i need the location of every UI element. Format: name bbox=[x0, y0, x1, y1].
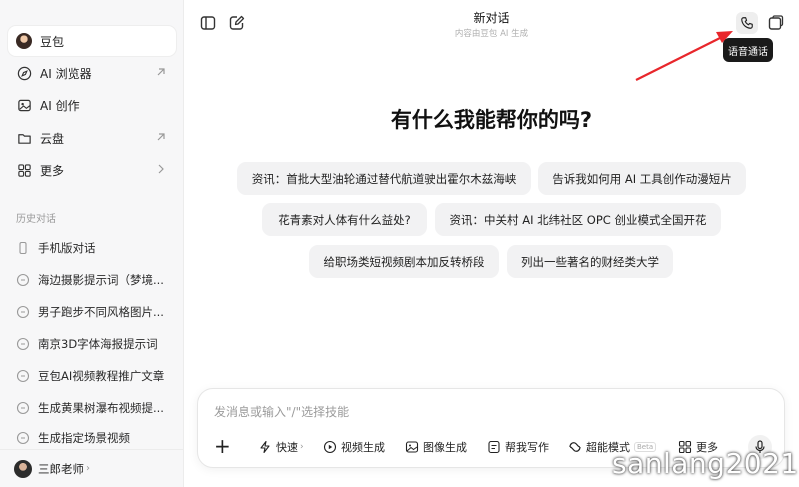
tool-label: 快速 bbox=[276, 441, 298, 454]
add-attachment-button[interactable]: + bbox=[214, 436, 231, 456]
history-item-label: 男子跑步不同风格图片... bbox=[38, 305, 164, 319]
history-item[interactable]: 海边摄影提示词（梦境... bbox=[8, 266, 176, 294]
history-item-label: 手机版对话 bbox=[38, 241, 96, 255]
sidebar: 豆包 AI 浏览器 AI 创作 云盘 更多 历史对话 手机版对话 海边摄影提示词… bbox=[0, 0, 184, 487]
video-generation-button[interactable]: 视频生成 bbox=[323, 438, 385, 456]
document-icon bbox=[488, 440, 500, 454]
image-icon bbox=[405, 441, 419, 453]
folder-icon bbox=[16, 130, 32, 146]
chevron-right-icon bbox=[158, 164, 164, 174]
history-item[interactable]: 生成指定场景视频 bbox=[8, 424, 176, 452]
history-item[interactable]: 豆包AI视频教程推广文章 bbox=[8, 362, 176, 390]
mobile-icon bbox=[19, 241, 27, 255]
history-item[interactable]: 男子跑步不同风格图片... bbox=[8, 298, 176, 326]
image-icon bbox=[16, 97, 32, 113]
history-item[interactable]: 南京3D字体海报提示词 bbox=[8, 330, 176, 358]
voice-call-tooltip: 语音通话 bbox=[723, 38, 773, 62]
sidebar-item-ai-browser[interactable]: AI 浏览器 bbox=[8, 58, 176, 88]
welcome-headline: 有什么我能帮你的吗? bbox=[390, 108, 593, 132]
history-item-label: 生成指定场景视频 bbox=[38, 431, 130, 445]
suggestion-chip[interactable]: 资讯：中关村 AI 北纬社区 OPC 创业模式全国开花 bbox=[435, 203, 721, 236]
user-profile[interactable]: 三郎老师 › bbox=[0, 449, 184, 487]
chat-bubble-icon bbox=[16, 273, 30, 287]
external-link-icon bbox=[157, 133, 165, 141]
chevron-right-icon: › bbox=[86, 463, 90, 474]
history-item-label: 生成黄果树瀑布视频提... bbox=[38, 401, 164, 415]
watermark: sanlang2021 bbox=[612, 447, 799, 480]
chat-bubble-icon bbox=[16, 431, 30, 445]
sidebar-item-label: AI 浏览器 bbox=[40, 66, 92, 81]
external-link-icon bbox=[157, 68, 165, 76]
chevron-right-icon: › bbox=[300, 442, 304, 452]
chat-bubble-icon bbox=[16, 305, 30, 319]
suggestion-chip[interactable]: 花青素对人体有什么益处? bbox=[262, 203, 427, 236]
suggestion-chip[interactable]: 列出一些著名的财经类大学 bbox=[507, 245, 673, 278]
sidebar-item-label: AI 创作 bbox=[40, 98, 80, 113]
suggestion-chip[interactable]: 给职场类短视频剧本加反转桥段 bbox=[309, 245, 499, 278]
suggestion-chip[interactable]: 告诉我如何用 AI 工具创作动漫短片 bbox=[538, 162, 746, 195]
user-avatar bbox=[14, 459, 32, 478]
message-input[interactable]: 发消息或输入"/"选择技能 bbox=[214, 403, 349, 420]
loop-icon bbox=[569, 442, 581, 452]
sidebar-item-more[interactable]: 更多 bbox=[8, 155, 176, 185]
page-title: 新对话 bbox=[473, 11, 510, 25]
fast-mode-button[interactable]: 快速 › bbox=[258, 438, 304, 456]
window-icon[interactable] bbox=[767, 14, 785, 32]
image-generation-button[interactable]: 图像生成 bbox=[405, 438, 467, 456]
sidebar-item-cloud[interactable]: 云盘 bbox=[8, 123, 176, 153]
history-item-label: 豆包AI视频教程推广文章 bbox=[38, 369, 165, 383]
chat-bubble-icon bbox=[16, 401, 30, 415]
grid-icon bbox=[16, 162, 32, 178]
sidebar-item-label: 更多 bbox=[40, 163, 65, 178]
sidebar-item-ai-create[interactable]: AI 创作 bbox=[8, 90, 176, 120]
history-item[interactable]: 手机版对话 bbox=[8, 234, 176, 262]
chat-bubble-icon bbox=[16, 337, 30, 351]
play-circle-icon bbox=[323, 440, 337, 454]
chat-bubble-icon bbox=[16, 369, 30, 383]
user-name: 三郎老师 bbox=[38, 461, 84, 476]
writing-assist-button[interactable]: 帮我写作 bbox=[487, 438, 549, 456]
compass-icon bbox=[16, 65, 32, 81]
history-section-title: 历史对话 bbox=[16, 214, 56, 225]
voice-call-button[interactable] bbox=[736, 12, 758, 34]
sidebar-item-label: 云盘 bbox=[40, 131, 65, 146]
history-item[interactable]: 生成黄果树瀑布视频提... bbox=[8, 394, 176, 422]
tool-label: 图像生成 bbox=[423, 441, 467, 454]
page-subtitle: 内容由豆包 AI 生成 bbox=[454, 29, 529, 39]
history-item-label: 南京3D字体海报提示词 bbox=[38, 337, 158, 351]
suggestion-chip[interactable]: 资讯：首批大型油轮通过替代航道驶出霍尔木兹海峡 bbox=[237, 162, 531, 195]
phone-icon bbox=[741, 17, 753, 29]
tool-label: 视频生成 bbox=[341, 441, 385, 454]
lightning-icon bbox=[260, 440, 270, 454]
tool-label: 帮我写作 bbox=[505, 441, 549, 454]
history-item-label: 海边摄影提示词（梦境... bbox=[38, 273, 164, 287]
